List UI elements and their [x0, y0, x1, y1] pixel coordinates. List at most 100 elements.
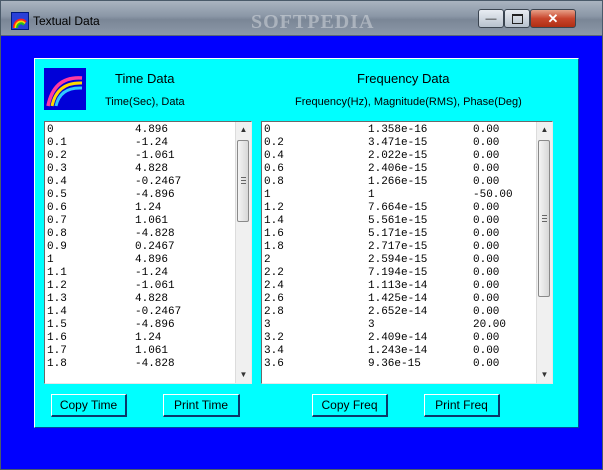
freq-cell: 2.2 [264, 267, 284, 279]
freq-cell: 0.00 [473, 254, 500, 266]
scroll-down-arrow-icon[interactable]: ▼ [236, 367, 251, 383]
time-cell: 1.4 [47, 306, 67, 318]
freq-cell: 0 [264, 124, 271, 136]
time-cell: 0 [47, 124, 54, 136]
freq-cell: 3 [264, 319, 271, 331]
freq-cell: 1.243e-14 [368, 345, 428, 357]
freq-cell: 1.113e-14 [368, 280, 428, 292]
time-cell: 4.896 [135, 124, 169, 136]
time-cell: 0.2467 [135, 241, 175, 253]
time-cell: 1.6 [47, 332, 67, 344]
scroll-down-arrow-icon[interactable]: ▼ [537, 367, 552, 383]
freq-cell: 0.00 [473, 241, 500, 253]
app-window: SOFTPEDIA Textual Data — ✕ Time Data Tim… [0, 0, 603, 470]
freq-cell: 3.2 [264, 332, 284, 344]
freq-cell: 1 [368, 189, 375, 201]
print-time-button[interactable]: Print Time [163, 394, 240, 417]
scroll-thumb[interactable] [538, 140, 550, 297]
freq-cell: 0.6 [264, 163, 284, 175]
frequency-list-scrollbar[interactable]: ▲ ▼ [536, 122, 552, 383]
time-cell: -4.896 [135, 189, 175, 201]
freq-cell: 1.358e-16 [368, 124, 428, 136]
window-title: Textual Data [33, 14, 100, 28]
freq-cell: 5.561e-15 [368, 215, 428, 227]
time-cell: -1.24 [135, 267, 169, 279]
freq-cell: 1.425e-14 [368, 293, 428, 305]
time-cell: 1.061 [135, 345, 169, 357]
time-cell: 0.7 [47, 215, 67, 227]
freq-cell: 20.00 [473, 319, 507, 331]
freq-cell: 2.022e-15 [368, 150, 428, 162]
freq-cell: 2.409e-14 [368, 332, 428, 344]
print-freq-button[interactable]: Print Freq [424, 394, 500, 417]
time-data-list[interactable]: 0 4.896 0.1 -1.24 0.2 -1.061 0.3 4.828 0.4 -0.246… [44, 121, 252, 384]
time-cell: -1.24 [135, 137, 169, 149]
time-list-scrollbar[interactable]: ▲ ▼ [235, 122, 251, 383]
freq-cell: 0.2 [264, 137, 284, 149]
time-cell: -0.2467 [135, 306, 182, 318]
freq-cell: 0.00 [473, 137, 500, 149]
app-rainbow-icon [11, 12, 29, 30]
freq-cell: 0.00 [473, 228, 500, 240]
title-bar[interactable]: SOFTPEDIA Textual Data — ✕ [1, 1, 602, 36]
rainbow-logo-icon [44, 68, 86, 110]
time-cell: 4.828 [135, 163, 169, 175]
freq-cell: 0.00 [473, 345, 500, 357]
time-cell: -4.896 [135, 319, 175, 331]
time-cell: 1.5 [47, 319, 67, 331]
freq-cell: 9.36e-15 [368, 358, 421, 370]
time-cell: 0.8 [47, 228, 67, 240]
frequency-data-heading: Frequency Data [357, 71, 450, 86]
scroll-thumb[interactable] [237, 140, 249, 222]
minimize-button[interactable]: — [478, 9, 504, 28]
frequency-data-list[interactable]: 0 1.358e-16 0.00 0.2 3.471e-15 0.00 0.4 2.022e-… [261, 121, 553, 384]
freq-cell: 0.00 [473, 163, 500, 175]
freq-cell: 2.4 [264, 280, 284, 292]
freq-cell: -50.00 [473, 189, 513, 201]
time-cell: 1.061 [135, 215, 169, 227]
time-cell: 0.2 [47, 150, 67, 162]
freq-cell: 3.4 [264, 345, 284, 357]
freq-cell: 0.00 [473, 332, 500, 344]
freq-cell: 0.00 [473, 124, 500, 136]
time-cell: 1.8 [47, 358, 67, 370]
freq-cell: 3.6 [264, 358, 284, 370]
time-cell: -1.061 [135, 150, 175, 162]
freq-cell: 1.8 [264, 241, 284, 253]
freq-cell: 2.8 [264, 306, 284, 318]
freq-cell: 0.00 [473, 358, 500, 370]
freq-cell: 0.00 [473, 280, 500, 292]
freq-cell: 0.00 [473, 306, 500, 318]
scroll-up-arrow-icon[interactable]: ▲ [537, 122, 552, 138]
time-cell: 1.1 [47, 267, 67, 279]
freq-cell: 2.594e-15 [368, 254, 428, 266]
close-button[interactable]: ✕ [530, 9, 576, 28]
freq-cell: 1.6 [264, 228, 284, 240]
time-cell: 1.24 [135, 202, 162, 214]
freq-cell: 0.4 [264, 150, 284, 162]
title-watermark: SOFTPEDIA [251, 11, 375, 33]
freq-cell: 1.2 [264, 202, 284, 214]
time-cell: 1 [47, 254, 54, 266]
data-panel: Time Data Time(Sec), Data Frequency Data… [34, 58, 579, 428]
freq-cell: 0.00 [473, 202, 500, 214]
time-cell: 4.828 [135, 293, 169, 305]
scroll-up-arrow-icon[interactable]: ▲ [236, 122, 251, 138]
close-icon: ✕ [547, 10, 559, 26]
time-cell: 0.5 [47, 189, 67, 201]
copy-freq-button[interactable]: Copy Freq [312, 394, 388, 417]
time-data-heading: Time Data [115, 71, 175, 86]
copy-time-button[interactable]: Copy Time [51, 394, 127, 417]
freq-cell: 0.00 [473, 267, 500, 279]
freq-cell: 0.00 [473, 176, 500, 188]
time-data-columns: Time(Sec), Data [105, 96, 185, 108]
freq-cell: 2.406e-15 [368, 163, 428, 175]
maximize-button[interactable] [504, 9, 530, 28]
minimize-icon: — [485, 12, 497, 25]
freq-cell: 3 [368, 319, 375, 331]
freq-cell: 1.266e-15 [368, 176, 428, 188]
frequency-data-columns: Frequency(Hz), Magnitude(RMS), Phase(Deg… [295, 96, 522, 108]
time-cell: -4.828 [135, 228, 175, 240]
time-cell: 1.7 [47, 345, 67, 357]
freq-cell: 0.00 [473, 215, 500, 227]
